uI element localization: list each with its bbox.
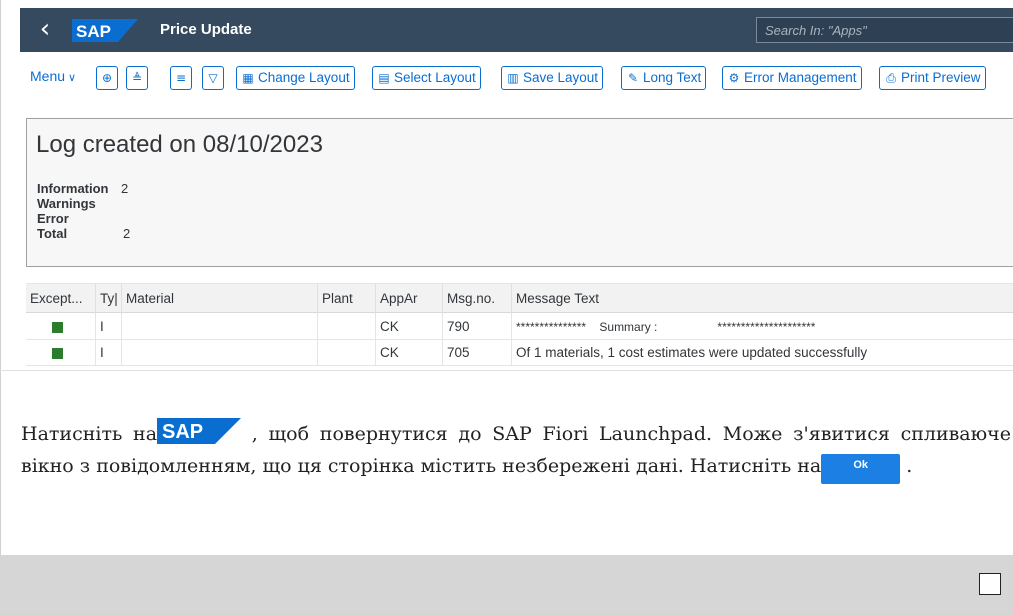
stat-label: Total <box>37 226 68 241</box>
column-header-appar[interactable]: AppAr <box>376 284 443 314</box>
column-header-msgno[interactable]: Msg.no. <box>443 284 512 314</box>
column-header-message-text[interactable]: Message Text <box>512 284 1013 314</box>
stat-label: Error <box>37 211 69 226</box>
layout-icon: ▤ <box>378 71 390 85</box>
zoom-icon: ⊕ <box>101 71 113 85</box>
table-row[interactable]: I CK 790 *************** Summary : *****… <box>26 314 1013 340</box>
shell-header: ‹ SAP Price Update Search In: "Apps" <box>20 8 1013 52</box>
exception-cell <box>26 340 96 366</box>
message-text-cell: Of 1 materials, 1 cost estimates were up… <box>516 345 868 360</box>
app-title: Price Update <box>160 21 252 38</box>
search-input[interactable]: Search In: "Apps" <box>756 17 1013 43</box>
type-cell: I <box>96 314 122 340</box>
exception-cell <box>26 314 96 340</box>
column-header-type[interactable]: Ty| <box>96 284 122 314</box>
filter-icon: ▽ <box>208 71 218 85</box>
table-icon: ▦ <box>242 71 254 85</box>
toolbar: Menu ∨ ⊕ ≜ ≡ ▽ ▦ Change Layout ▤ Select Lay… <box>20 60 1013 94</box>
stat-total: Total 2 <box>37 226 130 241</box>
sort-ascending-button[interactable]: ≜ <box>126 66 148 90</box>
section-divider <box>0 370 1013 371</box>
instruction-text: Натисніть на SAP , щоб повернутися до SAP… <box>21 418 1011 484</box>
wrench-icon: ⚙ <box>728 71 740 85</box>
menu-label: Menu <box>30 68 66 84</box>
msgno-cell: 790 <box>443 314 512 340</box>
plant-cell <box>318 340 376 366</box>
left-border <box>0 0 1 555</box>
logo-text: SAP <box>76 22 111 41</box>
sort-descending-icon: ≡ <box>175 71 187 85</box>
material-cell <box>122 340 318 366</box>
material-cell <box>122 314 318 340</box>
save-layout-button[interactable]: ▥ Save Layout <box>501 66 604 90</box>
back-button[interactable]: ‹ <box>30 14 60 46</box>
appar-cell: CK <box>376 314 443 340</box>
select-layout-button[interactable]: ▤ Select Layout <box>372 66 481 90</box>
column-header-plant[interactable]: Plant <box>318 284 376 314</box>
change-layout-button[interactable]: ▦ Change Layout <box>236 66 355 90</box>
instruction-part3: . <box>900 455 913 477</box>
chevron-down-icon: ∨ <box>68 72 77 84</box>
sap-logo-inline: SAP <box>157 418 242 444</box>
sort-ascending-icon: ≜ <box>131 71 143 85</box>
table-row[interactable]: I CK 705 Of 1 materials, 1 cost estimate… <box>26 340 1013 366</box>
status-green-icon <box>52 321 63 333</box>
appar-cell: CK <box>376 340 443 366</box>
log-title: Log created on 08/10/2023 <box>36 131 323 158</box>
save-layout-label: Save Layout <box>523 70 599 85</box>
save-layout-icon: ▥ <box>507 71 519 85</box>
change-layout-label: Change Layout <box>258 70 350 85</box>
print-preview-button[interactable]: ⎙ Print Preview <box>879 66 986 90</box>
stat-warnings: Warnings <box>37 196 130 211</box>
print-preview-label: Print Preview <box>901 70 981 85</box>
footer-bar <box>0 555 1013 615</box>
select-layout-label: Select Layout <box>394 70 476 85</box>
inline-logo-text: SAP <box>162 421 203 443</box>
stat-label: Warnings <box>37 196 96 211</box>
instruction-part1: Натисніть на <box>21 423 158 445</box>
stat-value: 2 <box>121 181 129 196</box>
msgno-cell: 705 <box>443 340 512 366</box>
sort-descending-button[interactable]: ≡ <box>170 66 192 90</box>
plant-cell <box>318 314 376 340</box>
checkbox[interactable] <box>979 573 1001 595</box>
status-green-icon <box>52 347 63 359</box>
long-text-icon: ✎ <box>627 71 639 85</box>
message-text-cell: *************** Summary : **************… <box>516 320 816 334</box>
menu-button[interactable]: Menu ∨ <box>30 68 76 84</box>
long-text-button[interactable]: ✎ Long Text <box>621 66 707 90</box>
stat-label: Information <box>37 181 109 196</box>
filter-button[interactable]: ▽ <box>202 66 224 90</box>
stat-value: 2 <box>123 226 131 241</box>
log-stats: Information 2 Warnings Error Total 2 <box>37 181 130 241</box>
stat-error: Error <box>37 211 130 226</box>
error-management-label: Error Management <box>744 70 857 85</box>
ok-button-illustration: Ok <box>821 454 901 484</box>
zoom-button[interactable]: ⊕ <box>96 66 118 90</box>
log-panel: Log created on 08/10/2023 Information 2 W… <box>26 118 1013 267</box>
column-header-exception[interactable]: Except... <box>26 284 96 314</box>
grid-header: Except... Ty| Material Plant AppAr Msg.n… <box>26 283 1013 314</box>
type-cell: I <box>96 340 122 366</box>
sap-logo[interactable]: SAP <box>72 19 138 42</box>
chevron-left-icon: ‹ <box>39 14 51 44</box>
print-preview-icon: ⎙ <box>886 71 896 85</box>
stat-information: Information 2 <box>37 181 130 196</box>
column-header-material[interactable]: Material <box>122 284 318 314</box>
long-text-label: Long Text <box>643 70 702 85</box>
error-management-button[interactable]: ⚙ Error Management <box>722 66 862 90</box>
